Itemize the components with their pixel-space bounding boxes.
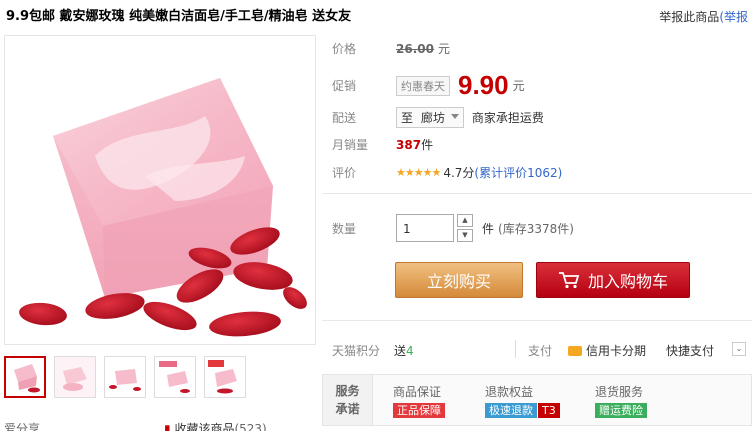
service-head: 服务 承诺	[323, 375, 373, 425]
cart-icon	[558, 272, 580, 289]
favorite-count: (523)	[234, 422, 267, 431]
service-guarantee[interactable]: 商品保证 正品保障	[393, 383, 445, 418]
favorite-icon: ▮	[164, 422, 171, 431]
thumbnail-2[interactable]	[54, 356, 96, 398]
quantity-increase-button[interactable]: ▲	[457, 214, 473, 227]
credit-card-label: 信用卡分期	[586, 344, 647, 358]
share-row: 爱分享 ▮ 收藏该商品(523)	[4, 420, 267, 431]
original-price: 26.00	[396, 41, 434, 56]
price-row: 价格 26.00 元	[332, 40, 450, 57]
stock-info: (库存3378件)	[498, 221, 574, 236]
service-return[interactable]: 退货服务 赠运费险	[595, 383, 647, 418]
thumbnail-5[interactable]	[204, 356, 246, 398]
divider	[322, 320, 752, 321]
original-price-unit: 元	[437, 42, 450, 56]
delivery-city-select[interactable]: 至 廊坊	[396, 107, 464, 128]
favorite-product[interactable]: ▮ 收藏该商品(523)	[164, 420, 267, 431]
service-refund[interactable]: 退款权益 极速退款 T3	[485, 383, 560, 418]
product-title: 9.9包邮 戴安娜玫瑰 纯美嫩白洁面皂/手工皂/精油皂 送女友	[6, 9, 352, 24]
price-label: 价格	[332, 42, 357, 56]
return-tag: 赠运费险	[595, 403, 647, 418]
dropdown-arrow-icon	[450, 114, 459, 119]
divider	[322, 193, 752, 194]
quantity-decrease-button[interactable]: ▼	[457, 229, 473, 242]
delivery-city: 廊坊	[420, 111, 445, 125]
quick-pay-option[interactable]: 快捷支付	[666, 342, 714, 359]
delivery-row: 配送 至 廊坊 商家承担运费	[332, 107, 544, 128]
monthly-sales-label: 月销量	[332, 138, 369, 152]
product-main-image[interactable]	[4, 35, 316, 345]
share-label: 爱分享	[4, 422, 41, 431]
favorite-link[interactable]: 收藏该商品	[174, 422, 234, 431]
thumbnail-1[interactable]	[4, 356, 46, 398]
quantity-stepper: ▲ ▼	[457, 214, 473, 242]
buy-now-label: 立刻购买	[426, 272, 491, 291]
delivery-label: 配送	[332, 111, 357, 125]
monthly-sales-count: 387	[396, 137, 422, 152]
refund-tag: 极速退款	[485, 403, 537, 418]
guarantee-tag: 正品保障	[393, 403, 445, 418]
rating-total-link[interactable]: (累计评价1062)	[474, 164, 562, 181]
promo-label: 促销	[332, 79, 357, 93]
rating-score: 4.7分	[443, 166, 475, 180]
payment-label: 支付	[528, 344, 553, 358]
delivery-to: 至	[401, 111, 414, 125]
credit-card-icon	[568, 346, 582, 356]
rating-label: 评价	[332, 166, 357, 180]
service-promise: 服务 承诺 商品保证 正品保障 退款权益 极速退款 T3 退货服务 赠运费险	[322, 374, 752, 426]
points-value: 4	[406, 344, 414, 358]
delivery-note: 商家承担运费	[471, 111, 544, 125]
promo-row: 促销 约惠春天 9.90 元	[332, 70, 525, 101]
credit-card-option[interactable]: 信用卡分期	[568, 342, 646, 359]
quantity-label: 数量	[332, 221, 357, 236]
chevron-down-icon[interactable]: ⌄	[732, 342, 746, 356]
thumbnail-strip	[4, 356, 246, 398]
monthly-sales-unit: 件	[421, 138, 434, 152]
points-label: 天猫积分	[332, 344, 381, 358]
report-product[interactable]: 举报此商品(举报	[659, 8, 748, 25]
soap-image	[5, 36, 315, 344]
promo-badge: 约惠春天	[396, 75, 450, 96]
quantity-row: 数量 1 ▲ ▼ 件 (库存3378件)	[332, 214, 574, 242]
points-payment-row: 天猫积分 送4 支付 信用卡分期 快捷支付 ⌄	[322, 338, 752, 362]
thumbnail-3[interactable]	[104, 356, 146, 398]
separator	[515, 340, 516, 358]
rating-row: 评价 ★★★★★ 4.7分 (累计评价1062)	[332, 164, 562, 181]
quantity-unit: 件	[482, 221, 495, 236]
add-to-cart-label: 加入购物车	[587, 272, 668, 291]
report-link[interactable]: (举报	[719, 10, 748, 24]
promo-price-unit: 元	[512, 79, 525, 93]
sales-row: 月销量 387 件	[332, 136, 433, 153]
buy-now-button[interactable]: 立刻购买	[395, 262, 523, 298]
points-give: 送	[394, 344, 407, 358]
service-head-line1: 服务	[335, 384, 360, 398]
add-to-cart-button[interactable]: 加入购物车	[536, 262, 690, 298]
quantity-input[interactable]: 1	[396, 214, 454, 242]
refund-title: 退款权益	[485, 385, 534, 399]
rating-stars-icon: ★★★★★	[396, 166, 441, 179]
report-text: 举报此商品	[659, 10, 720, 24]
guarantee-title: 商品保证	[393, 385, 442, 399]
promo-price: 9.90	[458, 70, 509, 100]
thumbnail-4[interactable]	[154, 356, 196, 398]
return-title: 退货服务	[595, 385, 644, 399]
service-head-line2: 承诺	[335, 402, 360, 416]
refund-level-badge: T3	[538, 403, 560, 418]
points-value-wrap: 送4	[394, 342, 414, 359]
